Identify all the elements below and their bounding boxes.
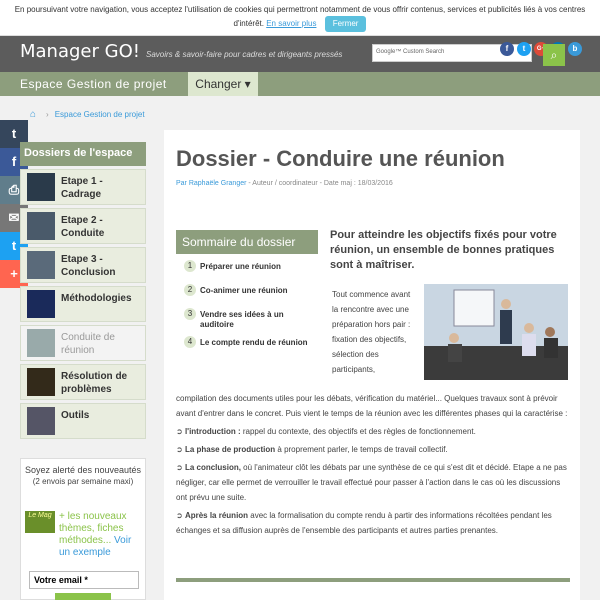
newsletter-box: Soyez alerté des nouveautés (2 envois pa… <box>20 458 146 600</box>
sidebar-item-etape-3[interactable]: Etape 3 - Conclusion <box>20 247 146 283</box>
cookie-more-link[interactable]: En savoir plus <box>266 19 316 28</box>
sidebar-item-label: Méthodologies <box>61 293 132 304</box>
page-title: Dossier - Conduire une réunion <box>176 146 505 171</box>
summary-box: Sommaire du dossier 1 Préparer une réunio… <box>176 230 318 354</box>
facebook-icon[interactable]: f <box>500 42 514 56</box>
arrow-icon: ➲ <box>176 463 185 472</box>
site-tagline: Savoirs & savoir-faire pour cadres et di… <box>146 50 343 59</box>
thumbnail-image <box>27 251 55 279</box>
blog-icon[interactable]: b <box>568 42 582 56</box>
twitter-icon[interactable]: t <box>517 42 531 56</box>
section-divider <box>176 578 570 582</box>
sidebar-item-etape-1[interactable]: Etape 1 - Cadrage <box>20 169 146 205</box>
search-button[interactable]: ⌕ <box>543 44 565 66</box>
summary-item[interactable]: 3 Vendre ses idées à un auditoire <box>176 306 318 330</box>
sidebar: Dossiers de l'espace Etape 1 - Cadrage E… <box>20 142 146 439</box>
home-icon[interactable]: ⌂ <box>30 109 36 120</box>
site-logo[interactable]: Manager GO! <box>20 41 140 62</box>
section-title[interactable]: Espace Gestion de projet <box>20 77 167 91</box>
breadcrumb-item[interactable]: Espace Gestion de projet <box>55 110 145 119</box>
sidebar-item-label: Etape 1 - Cadrage <box>61 176 103 200</box>
summary-item[interactable]: 4 Le compte rendu de réunion <box>176 334 318 354</box>
sidebar-item-label: Résolution de problèmes <box>61 371 128 395</box>
newsletter-subtitle: (2 envois par semaine maxi) <box>32 477 134 486</box>
meeting-photo <box>424 284 568 380</box>
sidebar-item-conduite-de-reunion[interactable]: Conduite de réunion <box>20 325 146 361</box>
cookie-close-button[interactable]: Fermer <box>324 16 367 32</box>
change-section-dropdown[interactable]: Changer ▾ <box>188 72 258 96</box>
thumbnail-image <box>27 173 55 201</box>
sidebar-item-label: Etape 2 - Conduite <box>61 215 105 239</box>
arrow-icon: ➲ <box>176 445 185 454</box>
arrow-icon: ➲ <box>176 511 185 520</box>
article-intro: Tout commence avant la rencontre avec un… <box>332 290 411 374</box>
thumbnail-image <box>27 329 55 357</box>
article-lead: Pour atteindre les objectifs fixés pour … <box>330 229 557 271</box>
sidebar-item-etape-2[interactable]: Etape 2 - Conduite <box>20 208 146 244</box>
author-link[interactable]: Par Raphaële Granger <box>176 180 246 187</box>
article-body: compilation des documents utiles pour le… <box>176 394 568 535</box>
sidebar-heading: Dossiers de l'espace <box>20 142 146 166</box>
summary-heading: Sommaire du dossier <box>176 230 318 254</box>
sidebar-item-label: Conduite de réunion <box>61 332 115 356</box>
sidebar-item-outils[interactable]: Outils <box>20 403 146 439</box>
article-meta: Par Raphaële Granger - Auteur / coordina… <box>176 180 393 187</box>
summary-item[interactable]: 2 Co-animer une réunion <box>176 282 318 302</box>
search-icon: ⌕ <box>550 48 558 62</box>
search-placeholder: Google™ Custom Search <box>376 49 445 55</box>
sidebar-item-resolution[interactable]: Résolution de problèmes <box>20 364 146 400</box>
thumbnail-image <box>27 407 55 435</box>
email-field[interactable] <box>29 571 139 589</box>
sidebar-item-label: Outils <box>61 410 90 421</box>
sidebar-item-label: Etape 3 - Conclusion <box>61 254 116 278</box>
summary-item[interactable]: 1 Préparer une réunion <box>176 258 318 278</box>
thumbnail-image <box>27 290 55 318</box>
arrow-icon: ➲ <box>176 427 185 436</box>
section-bar: Espace Gestion de projet <box>0 72 600 96</box>
newsletter-title: Soyez alerté des nouveautés <box>24 465 142 475</box>
breadcrumb: ⌂ › Espace Gestion de projet <box>30 109 145 120</box>
thumbnail-image <box>27 368 55 396</box>
cookie-banner: En poursuivant votre navigation, vous ac… <box>0 0 600 36</box>
sidebar-item-methodologies[interactable]: Méthodologies <box>20 286 146 322</box>
thumbnail-image <box>27 212 55 240</box>
newsletter-text: + les nouveaux thèmes, fiches méthodes..… <box>59 511 132 558</box>
subscribe-button[interactable] <box>55 593 111 600</box>
article-date: - Auteur / coordinateur - Date maj : 18/… <box>248 180 393 187</box>
